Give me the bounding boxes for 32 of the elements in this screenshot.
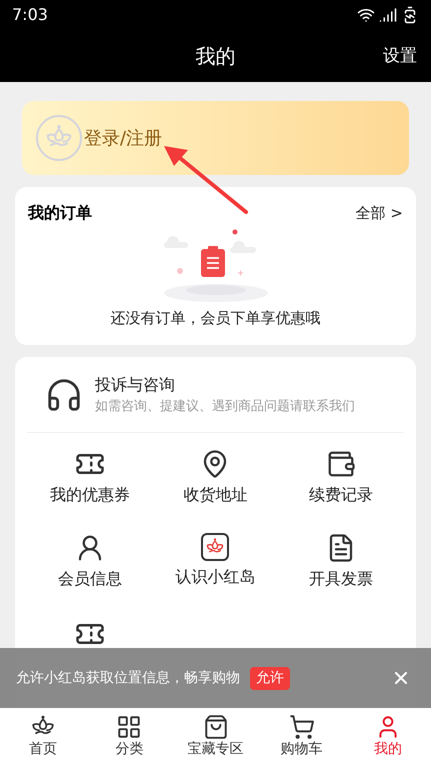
toast-text: 允许小红岛获取位置信息，畅享购物 xyxy=(16,668,240,688)
grid-icon xyxy=(116,714,142,740)
tab-item[interactable]: 购物车 xyxy=(258,714,345,756)
orders-title: 我的订单 xyxy=(28,202,92,224)
tab-item[interactable]: 分类 xyxy=(86,714,172,756)
all-orders-link[interactable]: 全部 > xyxy=(356,202,403,224)
service-tile[interactable]: 开具发票 xyxy=(278,533,404,591)
support-subtitle: 如需咨询、提建议、遇到商品问题请联系我们 xyxy=(95,398,355,416)
tab-item[interactable]: 宝藏专区 xyxy=(172,714,259,756)
tab-item[interactable]: 我的 xyxy=(344,714,431,756)
login-text: 登录/注册 xyxy=(84,126,162,150)
status-time: 7:03 xyxy=(12,4,48,26)
signal-icon xyxy=(379,6,397,24)
login-card[interactable]: 登录/注册 xyxy=(22,101,409,175)
support-title: 投诉与咨询 xyxy=(95,374,176,396)
tab-item[interactable]: 首页 xyxy=(0,714,86,756)
allow-button[interactable]: 允许 xyxy=(250,666,290,690)
wallet-icon xyxy=(326,449,356,479)
cart-icon xyxy=(288,714,315,740)
wifi-icon xyxy=(357,6,375,24)
support-row[interactable]: 投诉与咨询 如需咨询、提建议、遇到商品问题请联系我们 xyxy=(27,357,404,433)
service-tile[interactable]: 认识小红岛 xyxy=(152,533,278,591)
settings-link[interactable]: 设置 xyxy=(383,44,417,70)
service-tile[interactable]: 续费记录 xyxy=(278,449,404,507)
service-tile[interactable]: 我的优惠券 xyxy=(27,449,153,507)
page-title: 我的 xyxy=(196,43,236,70)
empty-orders-text: 还没有订单，会员下单享优惠哦 xyxy=(110,308,320,329)
bag-icon xyxy=(202,714,228,740)
lotus-icon xyxy=(201,533,230,561)
service-tile[interactable]: 收货地址 xyxy=(152,449,278,507)
avatar-icon xyxy=(36,115,82,161)
service-tile[interactable]: 会员信息 xyxy=(27,533,153,591)
